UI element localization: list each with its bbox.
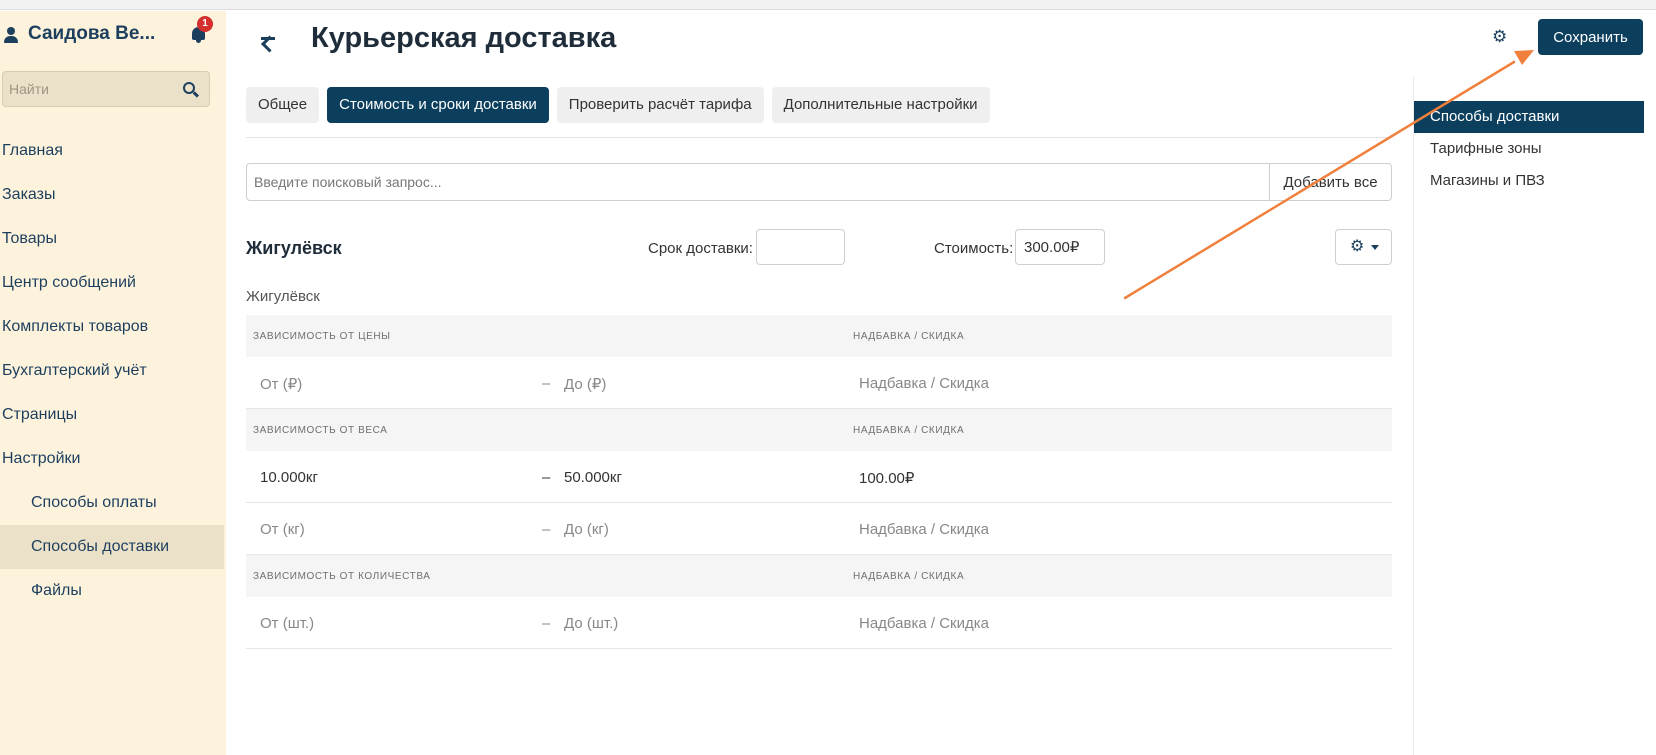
weight-dependency-table: ЗАВИСИМОСТЬ ОТ ВЕСА НАДБАВКА / СКИДКА 10…	[246, 409, 1392, 555]
markup-field[interactable]: Надбавка / Скидка	[859, 375, 989, 392]
quantity-dependency-header: ЗАВИСИМОСТЬ ОТ КОЛИЧЕСТВА	[253, 571, 431, 582]
to-field[interactable]: До (₽)	[564, 375, 606, 393]
tab-additional-settings[interactable]: Дополнительные настройки	[771, 87, 990, 123]
table-header: ЗАВИСИМОСТЬ ОТ ЦЕНЫ НАДБАВКА / СКИДКА	[246, 315, 1392, 357]
to-field[interactable]: До (кг)	[564, 521, 609, 538]
zone-subtitle: Жигулёвск	[246, 288, 320, 305]
user-menu[interactable]: Саидова Ве...	[4, 21, 155, 47]
table-header: ЗАВИСИМОСТЬ ОТ ВЕСА НАДБАВКА / СКИДКА	[246, 409, 1392, 451]
sidebar-item-orders[interactable]: Заказы	[0, 173, 226, 217]
sidebar-item-delivery-methods[interactable]: Способы доставки	[0, 525, 224, 569]
tab-check-tariff[interactable]: Проверить расчёт тарифа	[556, 87, 764, 123]
page-title: Курьерская доставка	[311, 22, 617, 54]
sidebar-item-settings[interactable]: Настройки	[0, 437, 226, 481]
sidebar-item-bundles[interactable]: Комплекты товаров	[0, 305, 226, 349]
table-row: 10.000кг – 50.000кг 100.00₽	[246, 451, 1392, 503]
sidebar-item-messages[interactable]: Центр сообщений	[0, 261, 226, 305]
cost-label: Стоимость:	[934, 240, 1014, 257]
quantity-dependency-table: ЗАВИСИМОСТЬ ОТ КОЛИЧЕСТВА НАДБАВКА / СКИ…	[246, 555, 1392, 649]
tabs-divider	[246, 137, 1392, 138]
save-button[interactable]: Сохранить	[1538, 19, 1643, 55]
back-arrow-icon[interactable]	[258, 29, 278, 47]
sidebar-item-home[interactable]: Главная	[0, 129, 226, 173]
sidebar-item-files[interactable]: Файлы	[0, 569, 226, 613]
delivery-term-input[interactable]	[756, 229, 845, 265]
from-field[interactable]: 10.000кг	[260, 469, 318, 486]
table-row: От (кг) – До (кг) Надбавка / Скидка	[246, 503, 1392, 555]
gear-icon[interactable]: ⚙	[1492, 28, 1508, 45]
range-dash: –	[542, 615, 551, 632]
gear-icon: ⚙	[1350, 238, 1365, 255]
sidebar: Саидова Ве... 1 Главная Заказы Товары Це…	[0, 11, 226, 755]
tab-cost-and-terms[interactable]: Стоимость и сроки доставки	[327, 87, 549, 123]
delivery-term-label: Срок доставки:	[648, 240, 753, 257]
right-panel: Способы доставки Тарифные зоны Магазины …	[1413, 76, 1656, 755]
price-dependency-header: ЗАВИСИМОСТЬ ОТ ЦЕНЫ	[253, 331, 391, 342]
markup-header: НАДБАВКА / СКИДКА	[853, 331, 965, 342]
weight-dependency-header: ЗАВИСИМОСТЬ ОТ ВЕСА	[253, 425, 388, 436]
query-search: Добавить все	[246, 163, 1392, 201]
markup-field[interactable]: 100.00₽	[859, 469, 914, 487]
panel-item-delivery-methods[interactable]: Способы доставки	[1414, 101, 1644, 133]
panel-item-tariff-zones[interactable]: Тарифные зоны	[1414, 133, 1644, 165]
zone-title: Жигулёвск	[246, 238, 342, 258]
price-dependency-table: ЗАВИСИМОСТЬ ОТ ЦЕНЫ НАДБАВКА / СКИДКА От…	[246, 315, 1392, 409]
browser-top-strip	[0, 0, 1656, 10]
table-row: От (шт.) – До (шт.) Надбавка / Скидка	[246, 597, 1392, 649]
search-icon[interactable]	[183, 82, 195, 94]
user-icon	[4, 26, 18, 43]
table-row: От (₽) – До (₽) Надбавка / Скидка	[246, 357, 1392, 409]
sidebar-item-pages[interactable]: Страницы	[0, 393, 226, 437]
table-header: ЗАВИСИМОСТЬ ОТ КОЛИЧЕСТВА НАДБАВКА / СКИ…	[246, 555, 1392, 597]
markup-header: НАДБАВКА / СКИДКА	[853, 571, 965, 582]
sidebar-nav: Главная Заказы Товары Центр сообщений Ко…	[0, 129, 226, 613]
markup-header: НАДБАВКА / СКИДКА	[853, 425, 965, 436]
from-field[interactable]: От (шт.)	[260, 615, 314, 632]
markup-field[interactable]: Надбавка / Скидка	[859, 521, 989, 538]
range-dash: –	[542, 375, 551, 392]
range-dash: –	[542, 521, 551, 538]
tab-general[interactable]: Общее	[246, 87, 320, 123]
sidebar-item-products[interactable]: Товары	[0, 217, 226, 261]
user-name[interactable]: Саидова Ве...	[28, 23, 155, 45]
markup-field[interactable]: Надбавка / Скидка	[859, 615, 989, 632]
sidebar-item-payment-methods[interactable]: Способы оплаты	[0, 481, 226, 525]
tab-bar: Общее Стоимость и сроки доставки Провери…	[246, 87, 990, 123]
cost-input[interactable]	[1015, 229, 1105, 265]
to-field[interactable]: 50.000кг	[564, 469, 622, 486]
sidebar-item-accounting[interactable]: Бухгалтерский учёт	[0, 349, 226, 393]
sidebar-search	[2, 71, 210, 107]
sidebar-search-input[interactable]	[3, 72, 173, 106]
from-field[interactable]: От (₽)	[260, 375, 302, 393]
range-dash: –	[542, 469, 551, 486]
add-all-button[interactable]: Добавить все	[1269, 164, 1391, 200]
to-field[interactable]: До (шт.)	[564, 615, 618, 632]
panel-item-stores-pickup[interactable]: Магазины и ПВЗ	[1414, 165, 1644, 197]
notification-badge: 1	[197, 16, 213, 32]
caret-down-icon	[1371, 245, 1379, 250]
zone-settings-dropdown[interactable]: ⚙	[1335, 229, 1392, 265]
from-field[interactable]: От (кг)	[260, 521, 305, 538]
query-search-input[interactable]	[247, 164, 1267, 200]
